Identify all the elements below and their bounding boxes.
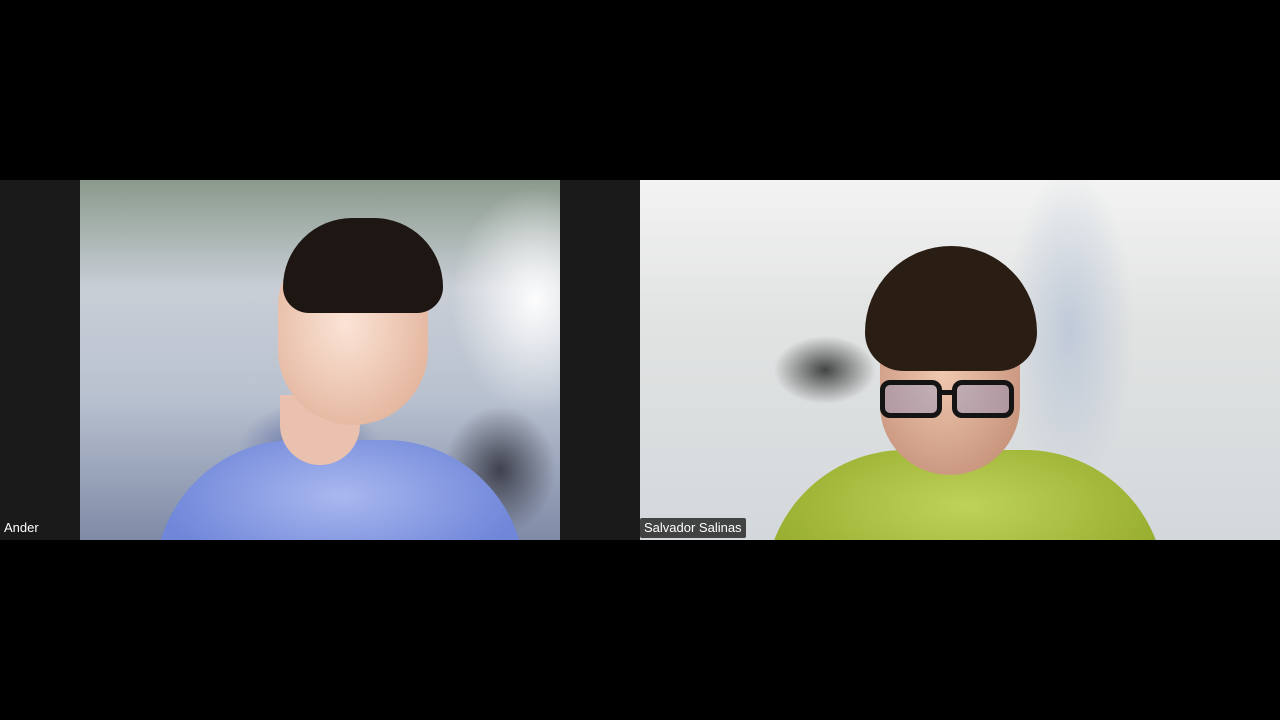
participant-tile-salvador-salinas[interactable]: Salvador Salinas xyxy=(640,180,1280,540)
glasses-left-lens xyxy=(880,380,942,418)
glasses-bridge xyxy=(938,390,956,395)
participant-name-label: Ander xyxy=(4,520,39,535)
participant-hair xyxy=(283,218,443,313)
meeting-gallery-view: Ander Salvador Salinas xyxy=(0,0,1280,720)
video-feed-ander xyxy=(80,180,560,540)
video-feed-salvador-salinas xyxy=(640,180,1280,540)
participant-hair xyxy=(865,246,1037,371)
participant-name-label: Salvador Salinas xyxy=(640,518,746,538)
participant-tile-ander[interactable]: Ander xyxy=(0,180,640,540)
glasses-right-lens xyxy=(952,380,1014,418)
